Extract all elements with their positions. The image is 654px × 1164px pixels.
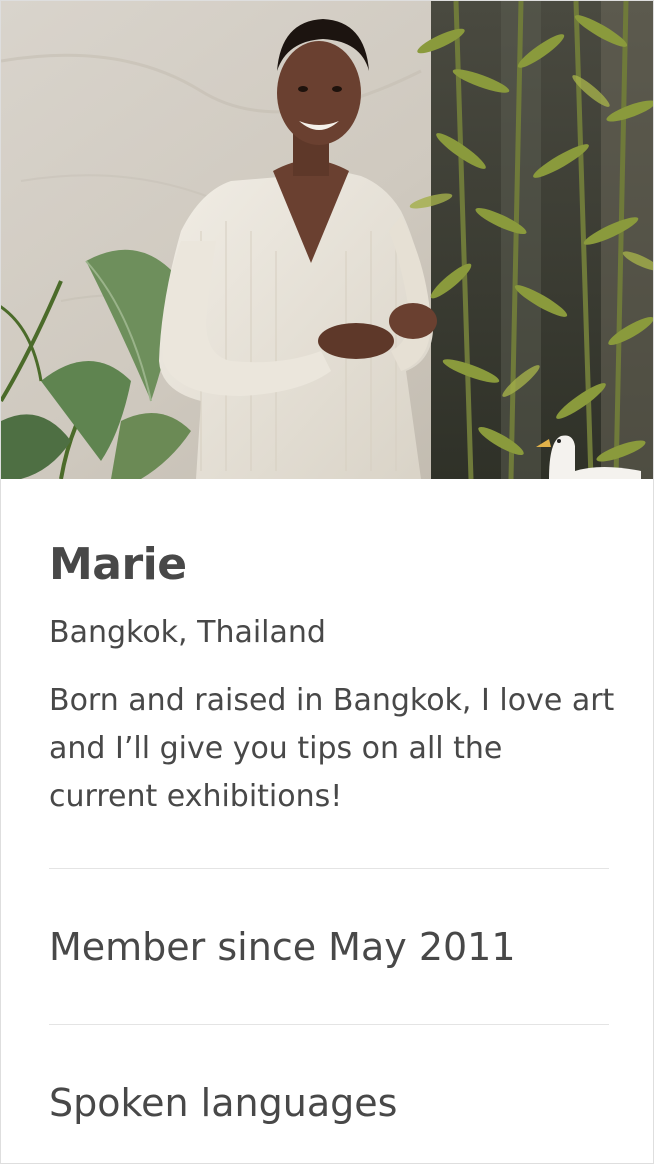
host-bio: Born and raised in Bangkok, I love art a… bbox=[49, 683, 615, 814]
host-profile-card: Marie Bangkok, Thailand Born and raised … bbox=[0, 0, 654, 1164]
host-location: Bangkok, Thailand bbox=[49, 615, 326, 650]
divider bbox=[49, 1024, 609, 1025]
profile-photo bbox=[1, 1, 653, 479]
spoken-languages-heading: Spoken languages bbox=[49, 1081, 398, 1125]
member-since: Member since May 2011 bbox=[49, 925, 516, 969]
divider bbox=[49, 868, 609, 869]
host-name: Marie bbox=[49, 539, 187, 590]
profile-photo-illustration bbox=[1, 1, 653, 479]
